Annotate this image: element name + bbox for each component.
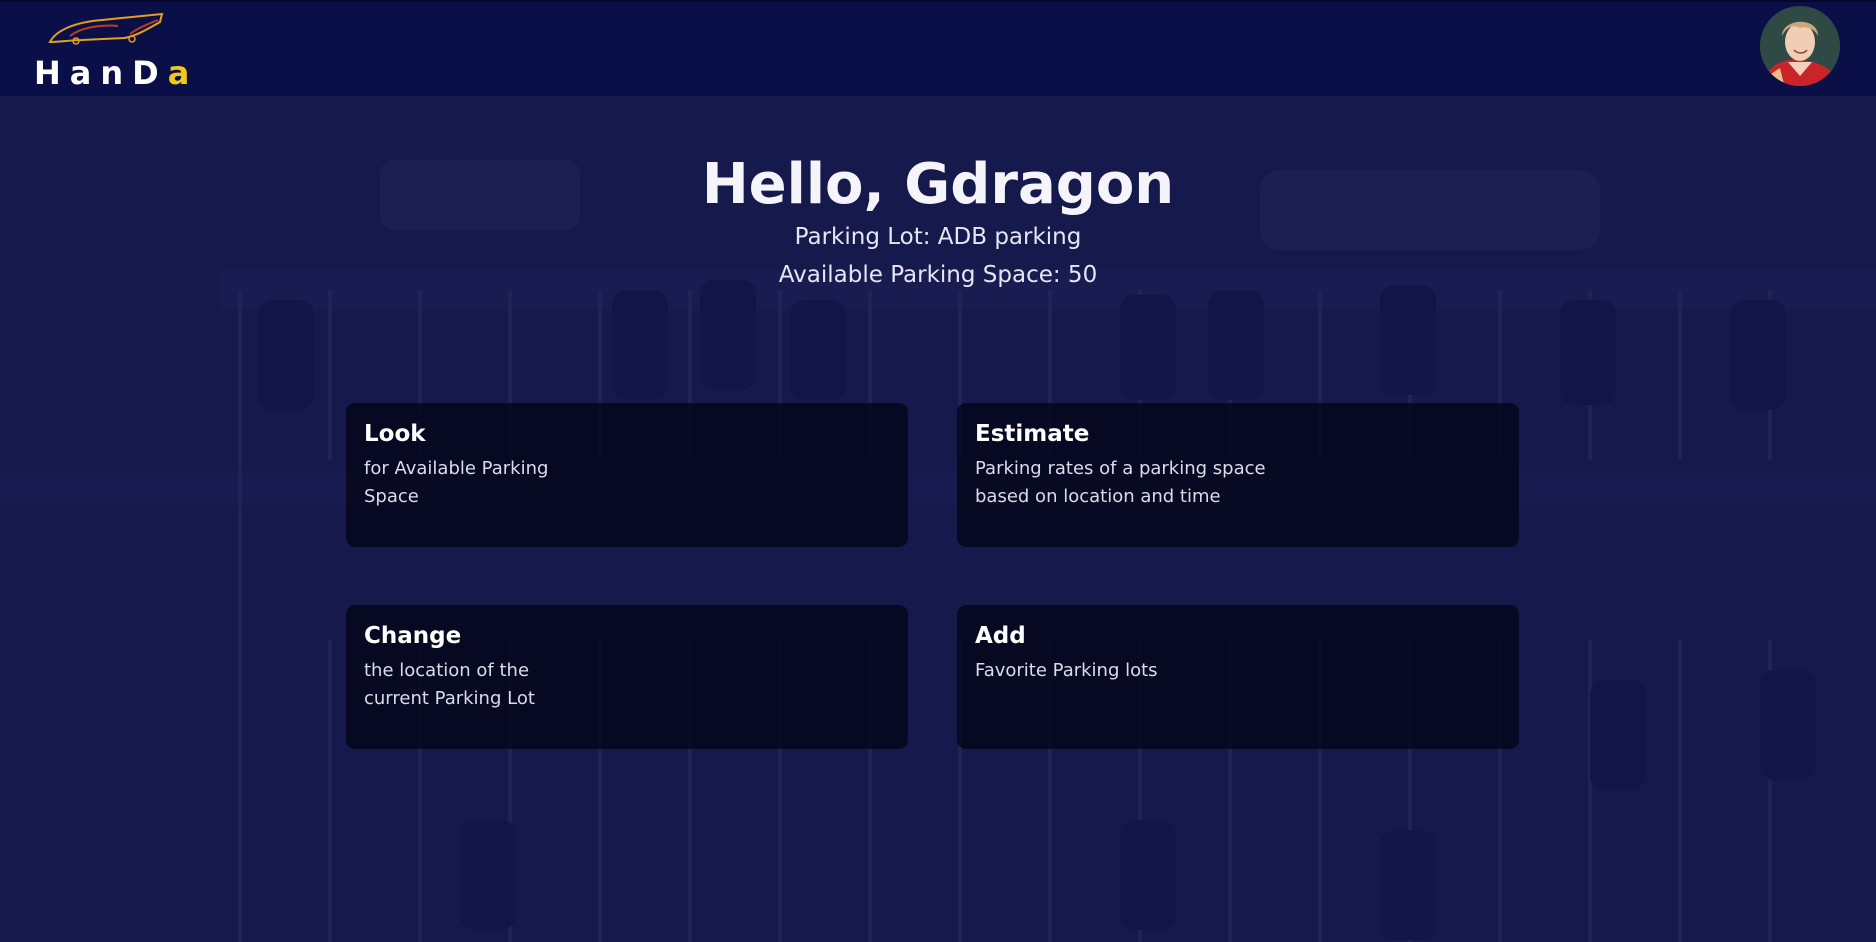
brand-logo[interactable]: HanDa [34,12,189,92]
estimate-card-desc-line: based on location and time [975,486,1221,507]
user-avatar[interactable] [1760,6,1840,86]
estimate-card-title: Estimate [975,421,1090,447]
brand-wordmark: HanDa [34,54,198,92]
look-card-title: Look [364,421,426,447]
add-card-desc-line: Favorite Parking lots [975,660,1158,681]
look-card-description: for Available Parking Space [364,455,890,511]
look-card-desc-line: Space [364,486,419,507]
estimate-card-description: Parking rates of a parking space based o… [975,455,1501,511]
welcome-greeting: Hello, Gdragon [701,152,1175,217]
top-navbar: HanDa [0,0,1876,96]
look-card[interactable]: Look for Available Parking Space [346,403,908,547]
change-card-title: Change [364,623,462,649]
add-card[interactable]: Add Favorite Parking lots [957,605,1519,749]
add-card-title: Add [975,623,1026,649]
change-card[interactable]: Change the location of the current Parki… [346,605,908,749]
look-card-desc-line: for Available Parking [364,458,549,479]
parking-lot-name: Parking Lot: ADB parking [794,224,1082,250]
change-card-desc-line: the location of the [364,660,530,681]
estimate-card-desc-line: Parking rates of a parking space [975,458,1266,479]
brand-wordmark-main: HanD [34,54,168,92]
user-avatar-photo [1760,6,1840,86]
available-space-count: Available Parking Space: 50 [778,262,1098,288]
sports-car-outline-icon [48,12,164,45]
change-card-desc-line: current Parking Lot [364,688,535,709]
main-content: Hello, Gdragon Parking Lot: ADB parking … [0,96,1876,942]
change-card-description: the location of the current Parking Lot [364,657,890,713]
add-card-description: Favorite Parking lots [975,657,1501,685]
brand-wordmark-accent: a [167,54,199,92]
estimate-card[interactable]: Estimate Parking rates of a parking spac… [957,403,1519,547]
dashboard-page: HanDa Hello, Gdragon Parking Lot: ADB pa… [0,0,1876,942]
